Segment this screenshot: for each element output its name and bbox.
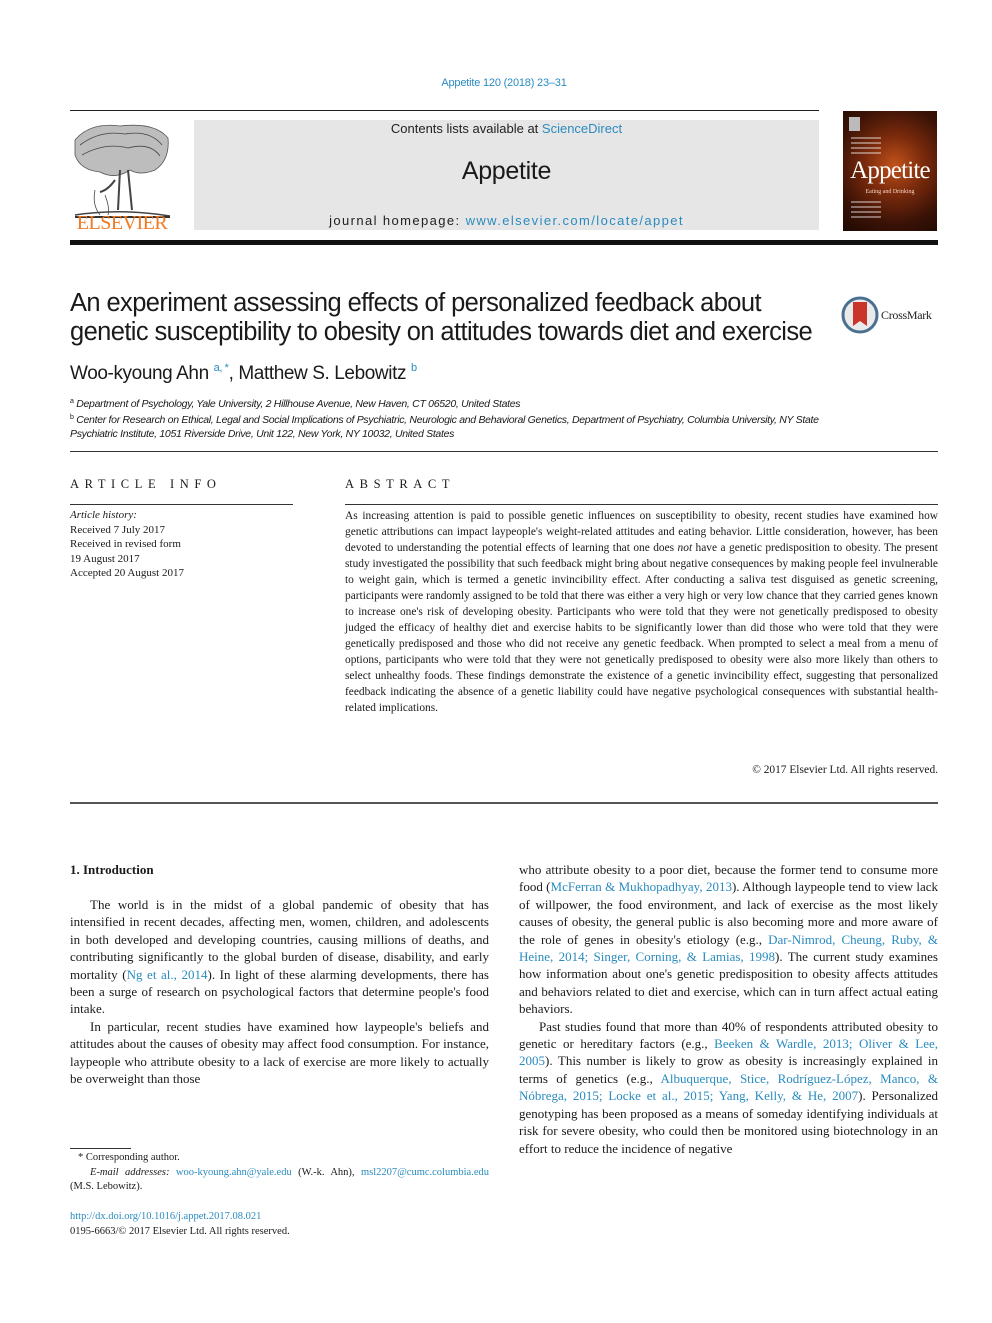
email-label: E-mail addresses: (90, 1166, 170, 1178)
sciencedirect-link[interactable]: ScienceDirect (542, 121, 622, 136)
article-title: An experiment assessing effects of perso… (70, 289, 813, 346)
footnotes: * Corresponding author. E-mail addresses… (70, 1151, 489, 1195)
affiliation-text: Center for Research on Ethical, Legal an… (70, 414, 819, 440)
section-heading-introduction: 1. Introduction (70, 862, 154, 877)
affiliation-a: a Department of Psychology, Yale Univers… (70, 395, 850, 411)
email-addresses: E-mail addresses: woo-kyoung.ahn@yale.ed… (70, 1166, 489, 1195)
journal-citation-link[interactable]: Appetite 120 (2018) 23–31 (0, 77, 992, 89)
header-top-rule (70, 110, 819, 111)
crossmark-label: CrossMark (881, 308, 932, 322)
cover-subtitle: Eating and Drinking (865, 189, 915, 195)
issn-copyright: 0195-6663/© 2017 Elsevier Ltd. All right… (70, 1226, 290, 1237)
paragraph: The world is in the midst of a global pa… (70, 896, 489, 1018)
author-separator: , (228, 363, 239, 384)
doi-link[interactable]: http://dx.doi.org/10.1016/j.appet.2017.0… (70, 1211, 261, 1222)
paragraph-continued: who attribute obesity to a poor diet, be… (519, 861, 938, 1018)
journal-header-box: Contents lists available at ScienceDirec… (194, 120, 819, 230)
citation-link[interactable]: Ng et al., 2014 (127, 967, 208, 982)
body-column-right: who attribute obesity to a poor diet, be… (519, 861, 938, 1157)
article-history-label: Article history: (70, 509, 137, 521)
paragraph: Past studies found that more than 40% of… (519, 1018, 938, 1157)
article-info-heading: ARTICLE INFO (70, 477, 222, 491)
abstract-bottom-divider (70, 802, 938, 804)
email-owner: (M.S. Lebowitz). (70, 1181, 143, 1192)
affiliation-text: Department of Psychology, Yale Universit… (76, 398, 521, 410)
abstract-heading: ABSTRACT (345, 477, 456, 491)
article-info-divider (70, 504, 293, 505)
affiliation-key: b (70, 414, 74, 421)
journal-homepage-link[interactable]: www.elsevier.com/locate/appet (466, 213, 684, 228)
history-entry: 19 August 2017 (70, 552, 140, 565)
abstract-divider (345, 504, 938, 505)
email-link[interactable]: woo-kyoung.ahn@yale.edu (176, 1167, 292, 1178)
cover-title: Appetite (850, 157, 930, 184)
cover-publisher-mini-logo (849, 117, 860, 131)
article-history: Article history: Received 7 July 2017 Re… (70, 508, 300, 581)
author-affiliation-marker[interactable]: b (411, 362, 417, 374)
author-affiliation-marker[interactable]: a, * (214, 362, 229, 374)
citation-link[interactable]: McFerran & Mukhopadhyay, 2013 (551, 879, 732, 894)
history-entry: Received 7 July 2017 (70, 523, 166, 536)
cover-text-line (851, 147, 881, 149)
affiliations: a Department of Psychology, Yale Univers… (70, 395, 850, 441)
abstract-text-part: have a genetic predisposition to obesity… (345, 542, 938, 714)
contents-prefix: Contents lists available at (390, 121, 542, 136)
cover-text-line (851, 142, 881, 144)
email-owner: (W.-k. Ahn), (291, 1166, 361, 1178)
cover-text-line (851, 206, 881, 208)
email-link[interactable]: msl2207@cumc.columbia.edu (361, 1167, 489, 1178)
header-thick-rule (70, 240, 938, 245)
history-entry: Received in revised form (70, 538, 181, 550)
affiliation-b: b Center for Research on Ethical, Legal … (70, 411, 850, 441)
history-entry: Accepted 20 August 2017 (70, 567, 184, 579)
cover-text-line (851, 137, 881, 139)
cover-text-line (851, 216, 881, 218)
cover-text-line (851, 211, 881, 213)
journal-cover-image[interactable]: Appetite Eating and Drinking (843, 111, 937, 231)
footnote-divider (70, 1148, 131, 1149)
journal-name: Appetite (461, 157, 552, 185)
text: In particular, recent studies have exami… (70, 1018, 489, 1087)
crossmark-button[interactable]: CrossMark (841, 296, 941, 334)
abstract-emphasis: not (677, 542, 693, 554)
corresponding-author-note: * Corresponding author. (78, 1152, 180, 1163)
paragraph: In particular, recent studies have exami… (70, 1018, 489, 1088)
cover-text-line (851, 201, 881, 203)
abstract-text: As increasing attention is paid to possi… (345, 508, 938, 716)
author-name[interactable]: Matthew S. Lebowitz (238, 363, 406, 384)
homepage-prefix: journal homepage: (329, 213, 466, 228)
author-list: Woo-kyoung Ahn a, *, Matthew S. Lebowitz… (70, 362, 417, 385)
body-column-left: The world is in the midst of a global pa… (70, 896, 489, 1087)
journal-homepage-line: journal homepage: www.elsevier.com/locat… (194, 213, 819, 228)
author-name[interactable]: Woo-kyoung Ahn (70, 363, 209, 384)
affiliation-key: a (70, 398, 74, 405)
abstract-copyright: © 2017 Elsevier Ltd. All rights reserved… (752, 764, 938, 776)
cover-text-line (851, 152, 881, 154)
contents-line: Contents lists available at ScienceDirec… (194, 121, 819, 136)
elsevier-wordmark[interactable]: ELSEVIER (70, 212, 174, 235)
crossmark-icon (841, 296, 879, 334)
affiliation-divider (70, 451, 938, 452)
